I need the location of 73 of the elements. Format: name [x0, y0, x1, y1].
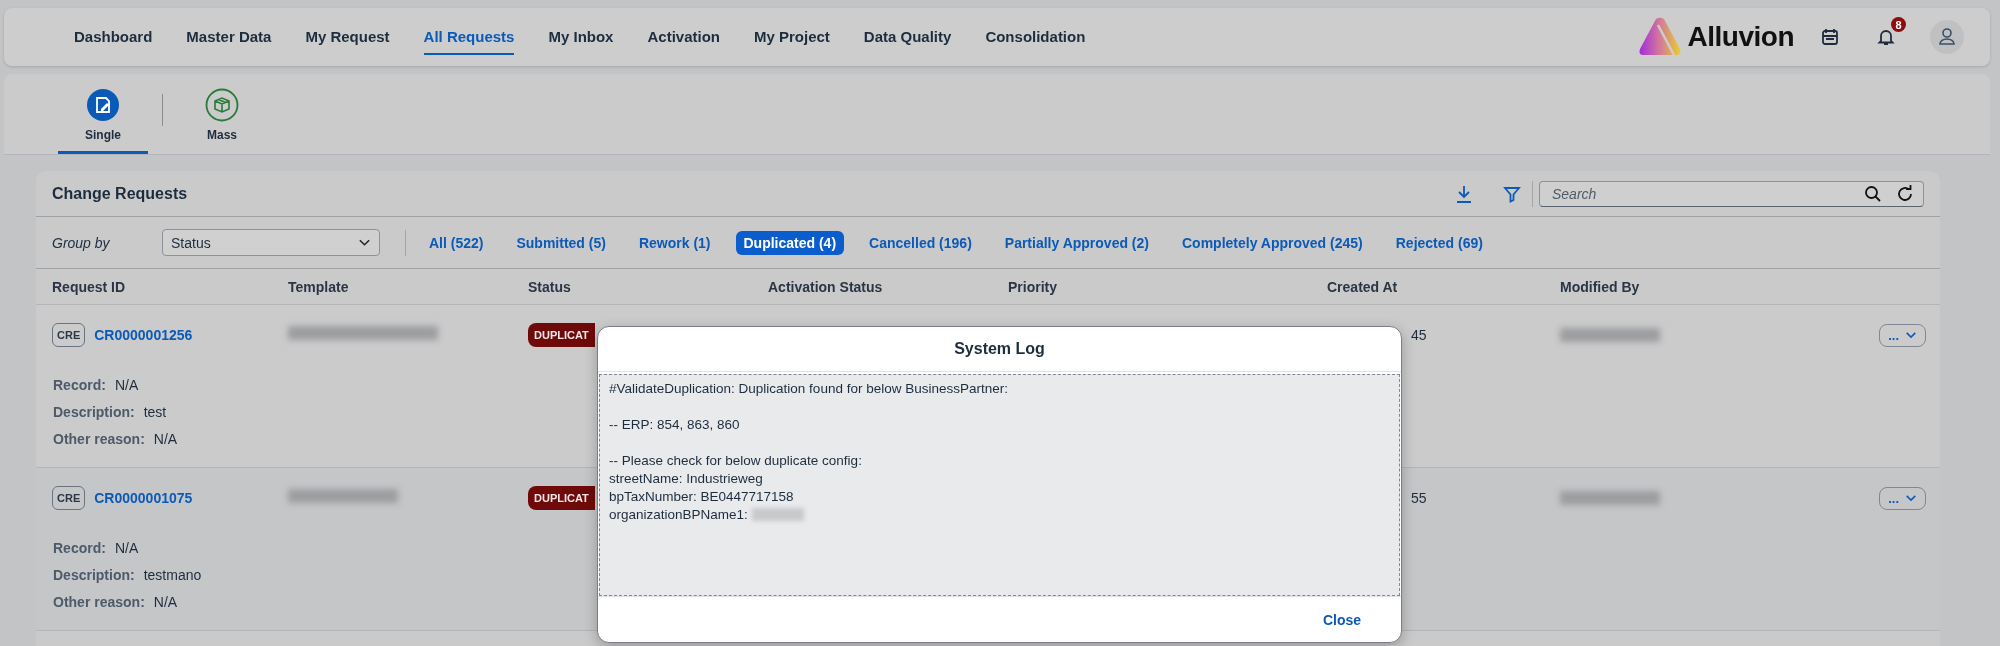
refresh-icon[interactable]	[1895, 183, 1915, 204]
logo-icon	[1637, 17, 1682, 57]
column-header: Created At	[1327, 278, 1399, 295]
table-cell: 45	[1411, 327, 1427, 343]
user-avatar-icon[interactable]	[1930, 20, 1964, 54]
detail-label: Record:	[53, 377, 106, 393]
nav-tab[interactable]: Data Quality	[863, 19, 952, 55]
log-line: -- ERP: 854, 863, 860	[609, 416, 740, 432]
detail-label: Record:	[53, 540, 106, 556]
nav-tab[interactable]: Dashboard	[74, 19, 153, 55]
detail-value: N/A	[114, 377, 139, 393]
dialog-title: System Log	[954, 340, 1045, 358]
status-filter-tab[interactable]: Completely Approved (245)	[1174, 230, 1371, 255]
mode-tab[interactable]: Single	[58, 88, 148, 154]
log-line: streetName: Industrieweg	[609, 470, 763, 486]
detail-value: N/A	[153, 431, 178, 447]
edit-document-icon	[86, 88, 120, 122]
detail-value: testmano	[143, 567, 202, 583]
log-line: #ValidateDuplication: Duplication found for below BusinessPartner:	[609, 380, 1008, 396]
nav-tab[interactable]: My Project	[754, 19, 830, 55]
actions-menu-button[interactable]: ...	[1879, 323, 1926, 347]
column-header: Priority	[1008, 278, 1058, 295]
nav-tab[interactable]: My Inbox	[548, 19, 614, 55]
log-line: -- Please check for below duplicate config:	[609, 452, 862, 468]
status-filter-tab[interactable]: All (522)	[421, 230, 492, 255]
request-id-link[interactable]: CR0000001075	[94, 490, 193, 506]
status-filter-tab[interactable]: Duplicated (4)	[735, 230, 845, 255]
search-input[interactable]: Search	[1550, 184, 1851, 203]
type-tag: CRE	[52, 486, 86, 510]
status-filter-tab[interactable]: Partially Approved (2)	[996, 230, 1157, 255]
detail-value: N/A	[114, 540, 139, 556]
column-header: Request ID	[52, 278, 127, 295]
status-filter-tab[interactable]: Cancelled (196)	[861, 230, 980, 255]
group-by-dropdown[interactable]: Status	[162, 229, 380, 256]
calendar-icon[interactable]	[1820, 27, 1840, 47]
boxes-icon	[205, 88, 239, 122]
request-id-link[interactable]: CR0000001256	[94, 327, 193, 343]
status-filter-tab[interactable]: Submitted (5)	[508, 230, 614, 255]
redacted-text	[751, 507, 804, 521]
detail-label: Description:	[53, 567, 135, 583]
detail-value: test	[143, 404, 167, 420]
status-filter-tab[interactable]: Rejected (69)	[1387, 230, 1491, 255]
panel-title: Change Requests	[52, 184, 188, 203]
nav-tab[interactable]: Master Data	[186, 19, 272, 55]
table-cell: 55	[1411, 490, 1427, 506]
notification-badge: 8	[1891, 17, 1906, 32]
column-header: Status	[528, 278, 572, 295]
nav-tab[interactable]: Consolidation	[985, 19, 1086, 55]
detail-value: N/A	[153, 594, 178, 610]
actions-menu-button[interactable]: ...	[1879, 486, 1926, 510]
brand-name: Alluvion	[1687, 21, 1794, 53]
nav-tab[interactable]: My Request	[305, 19, 390, 55]
status-filter-tab[interactable]: Rework (1)	[630, 230, 719, 255]
group-by-label: Group by	[52, 234, 111, 251]
search-icon[interactable]	[1863, 183, 1883, 204]
status-badge: DUPLICAT	[528, 323, 595, 347]
search-bar[interactable]: Search	[1539, 180, 1924, 207]
status-badge: DUPLICAT	[528, 486, 595, 510]
log-line: bpTaxNumber: BE0447717158	[609, 488, 794, 504]
detail-label: Description:	[53, 404, 135, 420]
column-header: Activation Status	[768, 278, 884, 295]
close-button[interactable]: Close	[1314, 605, 1369, 634]
detail-label: Other reason:	[53, 431, 145, 447]
nav-tab[interactable]: All Requests	[423, 19, 515, 55]
type-tag: CRE	[52, 323, 86, 347]
mode-tab[interactable]: Mass	[177, 88, 267, 154]
column-header: Template	[288, 278, 350, 295]
column-header: Modified By	[1560, 278, 1641, 295]
detail-label: Other reason:	[53, 594, 145, 610]
download-icon[interactable]	[1454, 183, 1474, 204]
nav-tab[interactable]: Activation	[647, 19, 720, 55]
log-line: organizationBPName1:	[609, 506, 748, 522]
bell-icon[interactable]	[1876, 27, 1896, 47]
